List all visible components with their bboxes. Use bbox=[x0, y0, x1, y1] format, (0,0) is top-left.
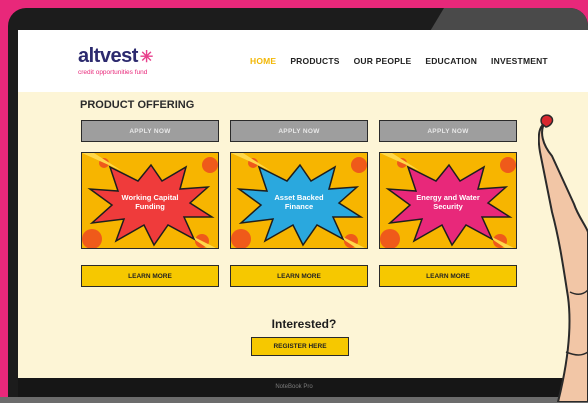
product-title: Energy and Water Security bbox=[416, 193, 480, 211]
product-title: Asset Backed Finance bbox=[274, 193, 324, 211]
page-heading: PRODUCT OFFERING bbox=[80, 99, 195, 111]
register-button[interactable]: REGISTER HERE bbox=[251, 337, 349, 356]
logo-tagline: credit opportunities fund bbox=[78, 69, 148, 76]
nav-item-our-people[interactable]: OUR PEOPLE bbox=[354, 56, 412, 66]
product-column-2: APPLY NOW Asset Backed Finance LEARN MORE bbox=[230, 120, 368, 287]
top-nav: altvest ✳ credit opportunities fund HOME … bbox=[18, 30, 588, 92]
learn-more-button[interactable]: LEARN MORE bbox=[81, 265, 219, 287]
product-title: Working Capital Funding bbox=[121, 193, 179, 211]
apply-now-button[interactable]: APPLY NOW bbox=[379, 120, 517, 142]
apply-now-button[interactable]: APPLY NOW bbox=[230, 120, 368, 142]
nav-item-home[interactable]: HOME bbox=[250, 56, 276, 66]
browser-screen: altvest ✳ credit opportunities fund HOME … bbox=[18, 30, 588, 378]
nav-item-education[interactable]: EDUCATION bbox=[425, 56, 477, 66]
apply-now-button[interactable]: APPLY NOW bbox=[81, 120, 219, 142]
logo-wordmark: altvest ✳ bbox=[78, 45, 153, 67]
logo[interactable]: altvest ✳ credit opportunities fund bbox=[78, 46, 153, 76]
product-card-energy-water[interactable]: Energy and Water Security bbox=[379, 152, 517, 249]
learn-more-button[interactable]: LEARN MORE bbox=[230, 265, 368, 287]
learn-more-button[interactable]: LEARN MORE bbox=[379, 265, 517, 287]
main-menu: HOME PRODUCTS OUR PEOPLE EDUCATION INVES… bbox=[250, 56, 548, 66]
nav-item-products[interactable]: PRODUCTS bbox=[290, 56, 339, 66]
product-column-1: APPLY NOW Working Capital Funding LEARN M… bbox=[81, 120, 219, 287]
product-card-working-capital[interactable]: Working Capital Funding bbox=[81, 152, 219, 249]
product-column-3: APPLY NOW Energy and Water Security LEARN… bbox=[379, 120, 517, 287]
laptop-base bbox=[0, 397, 588, 403]
device-brand-label: NoteBook Pro bbox=[275, 384, 313, 390]
product-card-asset-backed[interactable]: Asset Backed Finance bbox=[230, 152, 368, 249]
nav-item-investment[interactable]: INVESTMENT bbox=[491, 56, 548, 66]
pointing-hand-icon bbox=[538, 114, 588, 402]
cta-title: Interested? bbox=[271, 317, 337, 331]
logo-sparkle-icon: ✳ bbox=[139, 49, 153, 66]
